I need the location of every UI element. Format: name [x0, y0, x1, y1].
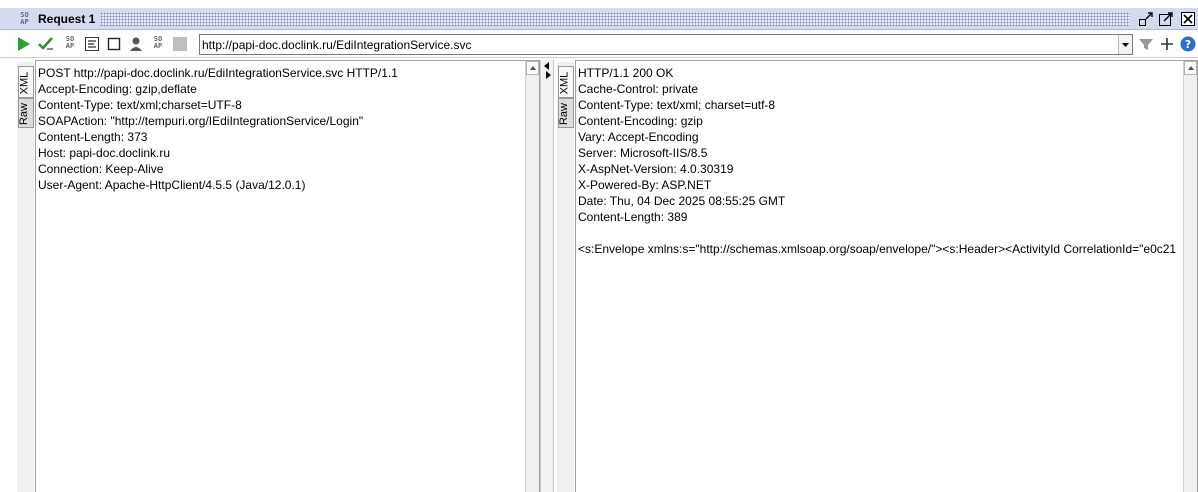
response-line: Vary: Accept-Encoding	[578, 130, 699, 144]
tab-request-raw[interactable]: Raw	[18, 98, 34, 128]
window-title: Request 1	[38, 12, 96, 26]
editor-title-bar: SO AP Request 1	[0, 8, 1198, 30]
response-raw-text[interactable]: HTTP/1.1 200 OK Cache-Control: private Con…	[578, 65, 1183, 257]
pane-splitter[interactable]	[540, 60, 554, 492]
add-icon[interactable]	[1159, 36, 1175, 52]
response-view-tabs: XML Raw	[557, 62, 574, 492]
request-line: User-Agent: Apache-HttpClient/4.5.5 (Jav…	[38, 178, 306, 192]
collapse-left-icon[interactable]	[544, 62, 549, 70]
title-drag-area[interactable]	[100, 12, 1130, 26]
soap-icon: SO AP	[20, 11, 29, 26]
request-scrollbar[interactable]	[525, 61, 539, 492]
request-raw-text[interactable]: POST http://papi-doc.doclink.ru/EdiInteg…	[38, 65, 525, 193]
response-line: X-Powered-By: ASP.NET	[578, 178, 712, 192]
validate-icon[interactable]	[38, 36, 54, 52]
response-line: Server: Microsoft-IIS/8.5	[578, 146, 708, 160]
scroll-up-icon[interactable]	[1184, 61, 1197, 75]
close-icon[interactable]	[1180, 11, 1196, 27]
response-line: Content-Type: text/xml; charset=utf-8	[578, 98, 776, 112]
response-line: HTTP/1.1 200 OK	[578, 66, 674, 80]
response-scrollbar[interactable]	[1183, 61, 1197, 492]
response-line: Date: Thu, 04 Dec 2025 08:55:25 GMT	[578, 194, 786, 208]
scroll-up-icon[interactable]	[526, 61, 539, 75]
response-line: <s:Envelope xmlns:s="http://schemas.xmls…	[578, 242, 1177, 256]
svg-text:?: ?	[1185, 38, 1191, 51]
detach-icon[interactable]	[1138, 11, 1154, 27]
response-line	[578, 225, 1183, 241]
tab-label: Raw	[558, 102, 571, 126]
chevron-down-icon[interactable]	[1118, 35, 1132, 54]
request-line: Accept-Encoding: gzip,deflate	[38, 82, 197, 96]
response-line: Content-Length: 389	[578, 210, 688, 224]
maximize-icon[interactable]	[1158, 11, 1174, 27]
request-line: Host: papi-doc.doclink.ru	[38, 146, 171, 160]
response-line: Cache-Control: private	[578, 82, 699, 96]
format-icon[interactable]	[84, 36, 100, 52]
soap-settings-icon[interactable]: SO AP	[150, 36, 166, 52]
request-line: Connection: Keep-Alive	[38, 162, 164, 176]
square-icon[interactable]	[172, 36, 188, 52]
endpoint-url-input[interactable]	[202, 37, 1114, 53]
stop-icon[interactable]	[106, 36, 122, 52]
tab-request-xml[interactable]: XML	[18, 66, 34, 98]
tab-response-xml[interactable]: XML	[558, 66, 574, 98]
tab-label: XML	[18, 71, 31, 95]
tab-label: Raw	[18, 102, 31, 126]
request-raw-pane[interactable]: POST http://papi-doc.doclink.ru/EdiInteg…	[35, 60, 540, 492]
request-line: POST http://papi-doc.doclink.ru/EdiInteg…	[38, 66, 398, 80]
endpoint-url-combo[interactable]	[199, 34, 1133, 55]
tab-label: XML	[558, 71, 571, 95]
collapse-right-icon[interactable]	[546, 71, 551, 79]
help-icon[interactable]: ?	[1180, 36, 1196, 52]
request-line: Content-Length: 373	[38, 130, 148, 144]
filter-icon[interactable]	[1138, 36, 1154, 52]
response-raw-pane[interactable]: HTTP/1.1 200 OK Cache-Control: private Con…	[575, 60, 1198, 492]
request-line: Content-Type: text/xml;charset=UTF-8	[38, 98, 242, 112]
request-view-tabs: XML Raw	[17, 62, 34, 492]
request-toolbar: SOAP SOAP ?	[0, 31, 1198, 58]
tab-response-raw[interactable]: Raw	[558, 98, 574, 128]
response-line: X-AspNet-Version: 4.0.30319	[578, 162, 734, 176]
run-icon[interactable]	[16, 36, 32, 52]
user-icon[interactable]	[128, 36, 144, 52]
response-line: Content-Encoding: gzip	[578, 114, 703, 128]
request-line: SOAPAction: "http://tempuri.org/IEdiInte…	[38, 114, 364, 128]
soap-format-icon[interactable]: SO AP	[62, 36, 78, 52]
